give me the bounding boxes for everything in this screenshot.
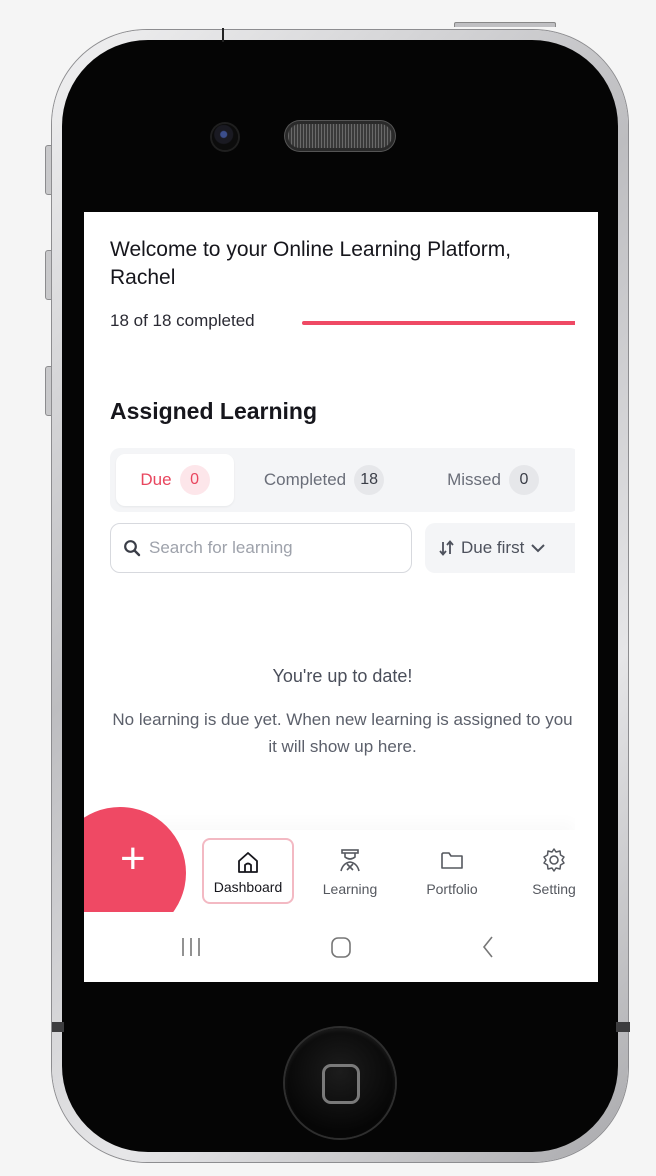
plus-icon: + xyxy=(120,834,146,883)
gear-icon xyxy=(543,848,565,872)
bottom-navigation: + Dashboard Learning Portfolio Setting xyxy=(84,807,575,912)
power-button xyxy=(454,22,556,27)
sort-dropdown[interactable]: Due first xyxy=(425,523,575,573)
add-button[interactable]: + xyxy=(84,807,186,912)
antenna-band-left xyxy=(52,1022,64,1032)
search-icon xyxy=(124,540,141,557)
progress-label: 18 of 18 completed xyxy=(110,311,255,330)
tab-missed[interactable]: Missed 0 xyxy=(428,454,558,506)
sort-arrows-icon xyxy=(439,540,454,556)
earpiece-speaker xyxy=(288,124,392,148)
nav-label: Setting xyxy=(532,881,575,897)
section-title: Assigned Learning xyxy=(110,398,318,424)
progress-bar-fill xyxy=(302,321,575,325)
antenna-band-right xyxy=(616,1022,630,1032)
hardware-home-button[interactable] xyxy=(285,1028,395,1138)
home-icon[interactable] xyxy=(324,930,358,964)
empty-state-message: No learning is due yet. When new learnin… xyxy=(112,710,573,756)
back-icon[interactable] xyxy=(472,930,506,964)
nav-label: Dashboard xyxy=(213,879,283,895)
antenna-line xyxy=(222,28,224,42)
home-icon xyxy=(238,852,258,873)
dashboard-content: Welcome to your Online Learning Platform… xyxy=(84,212,575,912)
nav-dashboard[interactable]: Dashboard xyxy=(202,838,294,904)
nav-setting[interactable]: Setting xyxy=(508,838,575,904)
nav-portfolio[interactable]: Portfolio xyxy=(406,838,498,904)
home-square-icon xyxy=(322,1064,360,1104)
tab-due[interactable]: Due 0 xyxy=(116,454,234,506)
search-box xyxy=(110,523,412,573)
graduate-icon xyxy=(340,849,360,872)
tab-completed[interactable]: Completed 18 xyxy=(244,454,404,506)
tab-label: Completed xyxy=(263,470,347,489)
progress-bar xyxy=(302,321,575,325)
nav-label: Portfolio xyxy=(426,881,478,897)
front-camera xyxy=(212,124,238,150)
android-navigation-bar xyxy=(84,912,598,982)
chevron-down-icon xyxy=(531,544,546,553)
empty-state-title: You're up to date! xyxy=(272,666,413,686)
tab-label: Due xyxy=(140,470,172,489)
learning-tabs: Due 0 Completed 18 Missed 0 xyxy=(110,448,575,512)
welcome-title: Welcome to your Online Learning Platform… xyxy=(110,238,512,289)
sort-label: Due first xyxy=(461,538,525,557)
folder-icon xyxy=(441,852,463,869)
search-input[interactable] xyxy=(149,524,404,572)
count-badge: 0 xyxy=(508,465,539,495)
recents-icon[interactable] xyxy=(174,930,208,964)
phone-screen: Welcome to your Online Learning Platform… xyxy=(84,212,598,982)
nav-label: Learning xyxy=(322,881,378,897)
nav-learning[interactable]: Learning xyxy=(304,838,396,904)
count-badge: 18 xyxy=(354,465,385,495)
count-badge: 0 xyxy=(179,465,210,495)
tab-label: Missed xyxy=(447,470,501,489)
